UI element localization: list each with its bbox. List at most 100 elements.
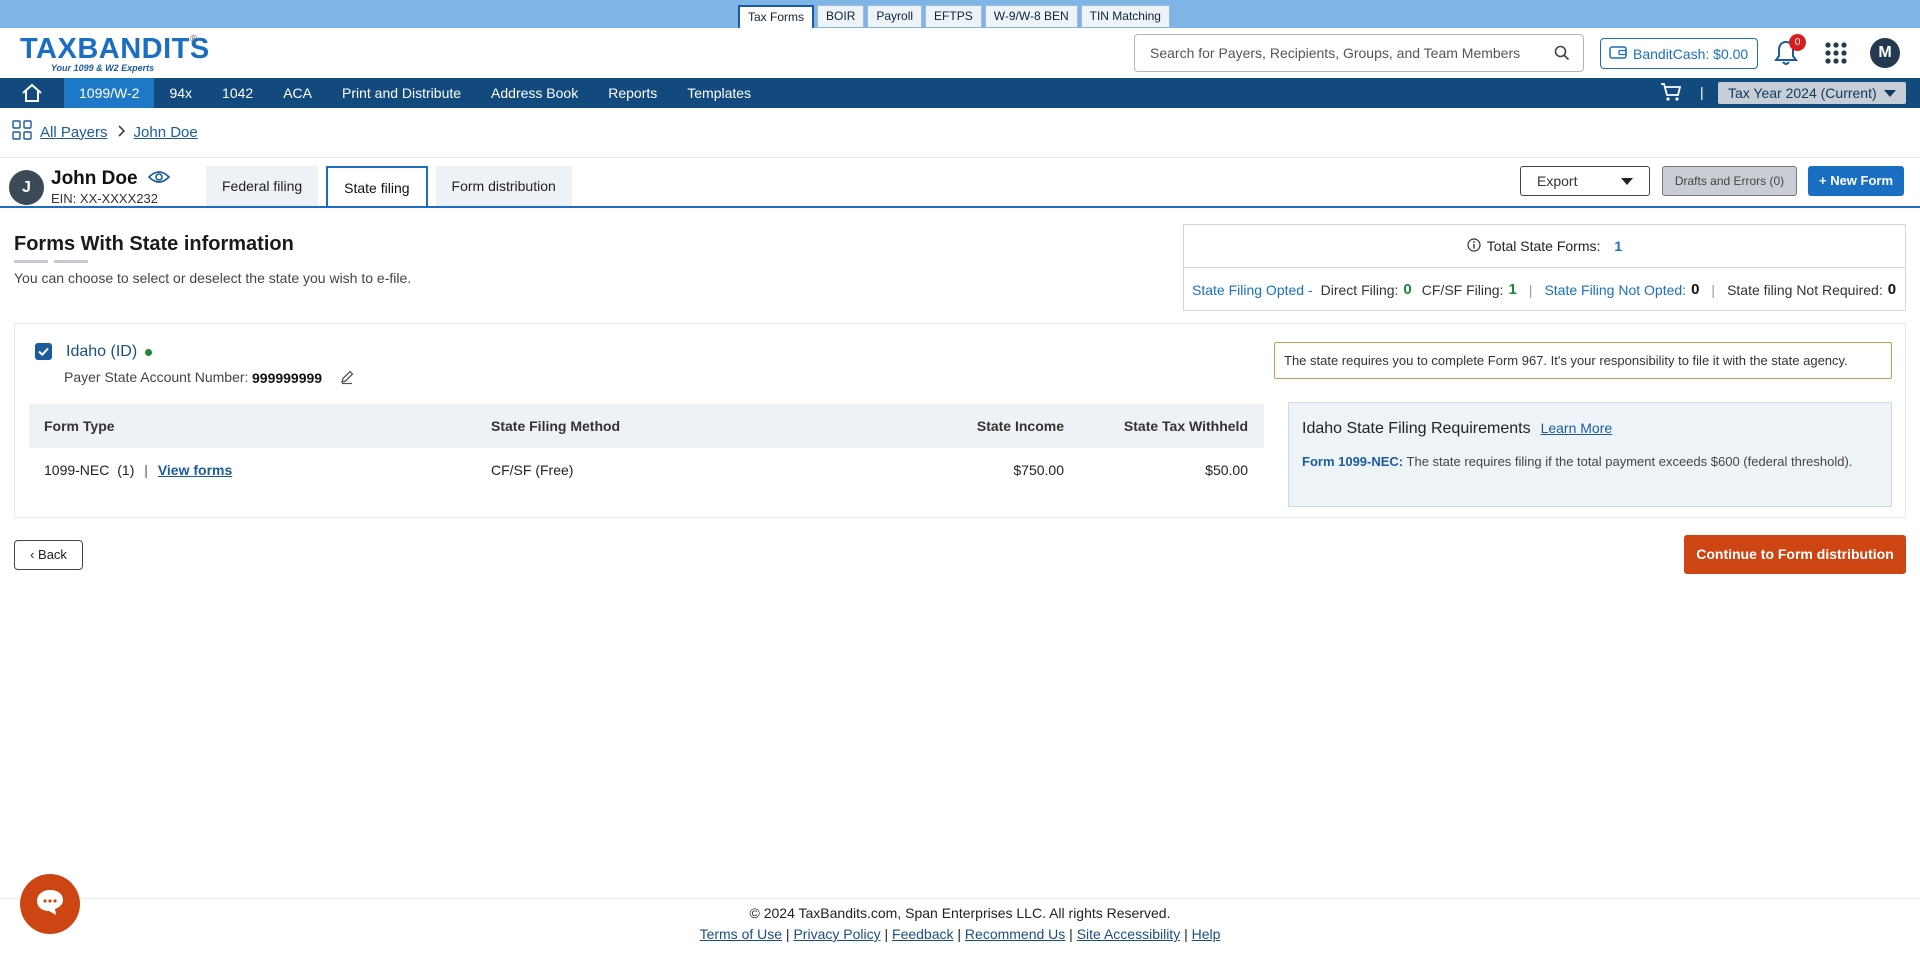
nav-item-94x[interactable]: 94x — [154, 78, 207, 108]
tab-federal-filing[interactable]: Federal filing — [206, 166, 319, 206]
nav-separator: | — [1700, 84, 1704, 100]
footer-link-feedback[interactable]: Feedback — [892, 926, 953, 942]
new-form-label: New Form — [1830, 173, 1894, 188]
payer-avatar: J — [9, 170, 44, 205]
notifications-button[interactable]: 0 — [1773, 34, 1806, 70]
learn-more-link[interactable]: Learn More — [1541, 420, 1613, 436]
header-state-tax-withheld: State Tax Withheld — [1123, 418, 1248, 434]
apps-grid-icon[interactable] — [1824, 41, 1848, 65]
breadcrumb: All Payers John Doe — [12, 120, 198, 144]
page-title: Forms With State information — [14, 233, 294, 255]
divider — [0, 157, 1920, 158]
state-requirements-box: Idaho State Filing Requirements Learn Mo… — [1288, 402, 1892, 507]
direct-label: Direct Filing: — [1320, 281, 1399, 298]
separator: | — [1528, 281, 1533, 298]
cart-icon[interactable] — [1660, 82, 1682, 107]
wallet-icon — [1609, 44, 1627, 63]
search-input[interactable] — [1150, 45, 1545, 61]
summary-total: Total State Forms: 1 — [1184, 225, 1905, 268]
state-forms-summary: Total State Forms: 1 State Filing Opted … — [1183, 224, 1906, 311]
new-form-button[interactable]: + New Form — [1808, 166, 1904, 196]
product-tab-tin-matching[interactable]: TIN Matching — [1080, 5, 1170, 27]
grid-icon — [12, 120, 32, 144]
product-tab-payroll[interactable]: Payroll — [867, 5, 923, 27]
state-notice: The state requires you to complete Form … — [1274, 342, 1892, 379]
product-tab-tax-forms[interactable]: Tax Forms — [738, 5, 815, 28]
tabs-underline — [0, 206, 1920, 208]
not-opted-value: 0 — [1691, 281, 1700, 298]
search-icon[interactable] — [1545, 36, 1579, 70]
nav-item-address-book[interactable]: Address Book — [476, 78, 593, 108]
title-accent — [54, 260, 88, 263]
chevron-down-icon — [1884, 90, 1896, 97]
export-dropdown[interactable]: Export — [1520, 166, 1650, 196]
nav-item-print-and-distribute[interactable]: Print and Distribute — [327, 78, 476, 108]
chat-button[interactable] — [20, 874, 80, 934]
nav-item-1099-w2[interactable]: 1099/W-2 — [64, 78, 155, 108]
form-count: (1) — [117, 462, 135, 478]
back-button[interactable]: ‹ Back — [14, 540, 83, 570]
product-tab-w9-w8ben[interactable]: W-9/W-8 BEN — [984, 5, 1078, 27]
chevron-right-icon — [116, 124, 126, 141]
footer-link-accessibility[interactable]: Site Accessibility — [1077, 926, 1180, 942]
state-income-cell: $750.00 — [1013, 462, 1064, 478]
separator: | — [144, 462, 148, 478]
caret-down-icon — [1621, 178, 1633, 185]
tab-state-filing[interactable]: State filing — [326, 166, 428, 208]
nav-item-templates[interactable]: Templates — [672, 78, 766, 108]
main-nav: 1099/W-2 94x 1042 ACA Print and Distribu… — [0, 78, 1920, 108]
taxbandits-logo[interactable]: TAXBANDITS Your 1099 & W2 Experts ® — [20, 32, 210, 76]
product-tab-boir[interactable]: BOIR — [817, 5, 865, 27]
plus-icon: + — [1818, 173, 1827, 188]
chevron-left-icon: ‹ — [30, 547, 35, 562]
footer-divider — [0, 898, 1920, 899]
chat-bubble-icon — [34, 887, 66, 922]
pencil-icon[interactable] — [339, 369, 357, 387]
account-number-label: Payer State Account Number: — [64, 369, 249, 385]
nav-item-aca[interactable]: ACA — [268, 78, 327, 108]
requirements-form-label: Form 1099-NEC: — [1302, 454, 1404, 469]
bell-icon — [1773, 40, 1799, 70]
info-icon — [1467, 237, 1481, 255]
global-search — [1134, 34, 1584, 72]
footer-link-help[interactable]: Help — [1192, 926, 1221, 942]
requirements-text: Form 1099-NEC: The state requires filing… — [1302, 453, 1872, 471]
tax-year-label: Tax Year 2024 (Current) — [1728, 85, 1877, 101]
view-forms-link[interactable]: View forms — [158, 462, 232, 478]
requirements-title: Idaho State Filing Requirements Learn Mo… — [1302, 420, 1612, 438]
nav-item-reports[interactable]: Reports — [593, 78, 672, 108]
drafts-and-errors-button[interactable]: Drafts and Errors (0) — [1662, 166, 1797, 196]
logo-text: TAXBANDITS — [20, 33, 210, 65]
banditcash-button[interactable]: BanditCash: $0.00 — [1600, 38, 1758, 69]
payer-name-text: John Doe — [51, 168, 138, 189]
continue-to-form-distribution-button[interactable]: Continue to Form distribution — [1684, 535, 1906, 574]
breadcrumb-all-payers[interactable]: All Payers — [40, 124, 108, 141]
export-label: Export — [1537, 173, 1578, 189]
product-tab-eftps[interactable]: EFTPS — [925, 5, 982, 27]
user-avatar[interactable]: M — [1870, 38, 1900, 68]
notification-badge: 0 — [1789, 34, 1806, 51]
back-label: Back — [38, 547, 67, 562]
state-card-idaho: Idaho (ID) Payer State Account Number: 9… — [14, 323, 1906, 518]
state-checkbox[interactable] — [35, 343, 52, 360]
direct-value: 0 — [1403, 281, 1412, 298]
state-tax-withheld-cell: $50.00 — [1205, 462, 1248, 478]
home-icon[interactable] — [0, 78, 64, 108]
footer-links: Terms of Use | Privacy Policy | Feedback… — [699, 926, 1221, 942]
state-name-text: Idaho (ID) — [66, 343, 138, 360]
footer-link-privacy[interactable]: Privacy Policy — [793, 926, 880, 942]
tax-year-select[interactable]: Tax Year 2024 (Current) — [1718, 82, 1906, 104]
header: TAXBANDITS Your 1099 & W2 Experts ® Band… — [0, 28, 1920, 78]
account-number-value: 999999999 — [252, 370, 323, 386]
not-opted-label: State Filing Not Opted: — [1544, 281, 1687, 298]
breadcrumb-john-doe[interactable]: John Doe — [134, 124, 198, 141]
footer-link-terms[interactable]: Terms of Use — [700, 926, 782, 942]
footer-link-recommend[interactable]: Recommend Us — [965, 926, 1065, 942]
payer-ein: EIN: XX-XXXX232 — [51, 191, 158, 206]
total-label: Total State Forms: — [1486, 238, 1601, 254]
eye-icon[interactable] — [147, 168, 170, 190]
tab-form-distribution[interactable]: Form distribution — [435, 166, 572, 206]
forms-table-header: Form Type State Filing Method State Inco… — [29, 404, 1264, 448]
filing-tabs: Federal filing State filing Form distrib… — [206, 166, 572, 208]
nav-item-1042[interactable]: 1042 — [207, 78, 268, 108]
